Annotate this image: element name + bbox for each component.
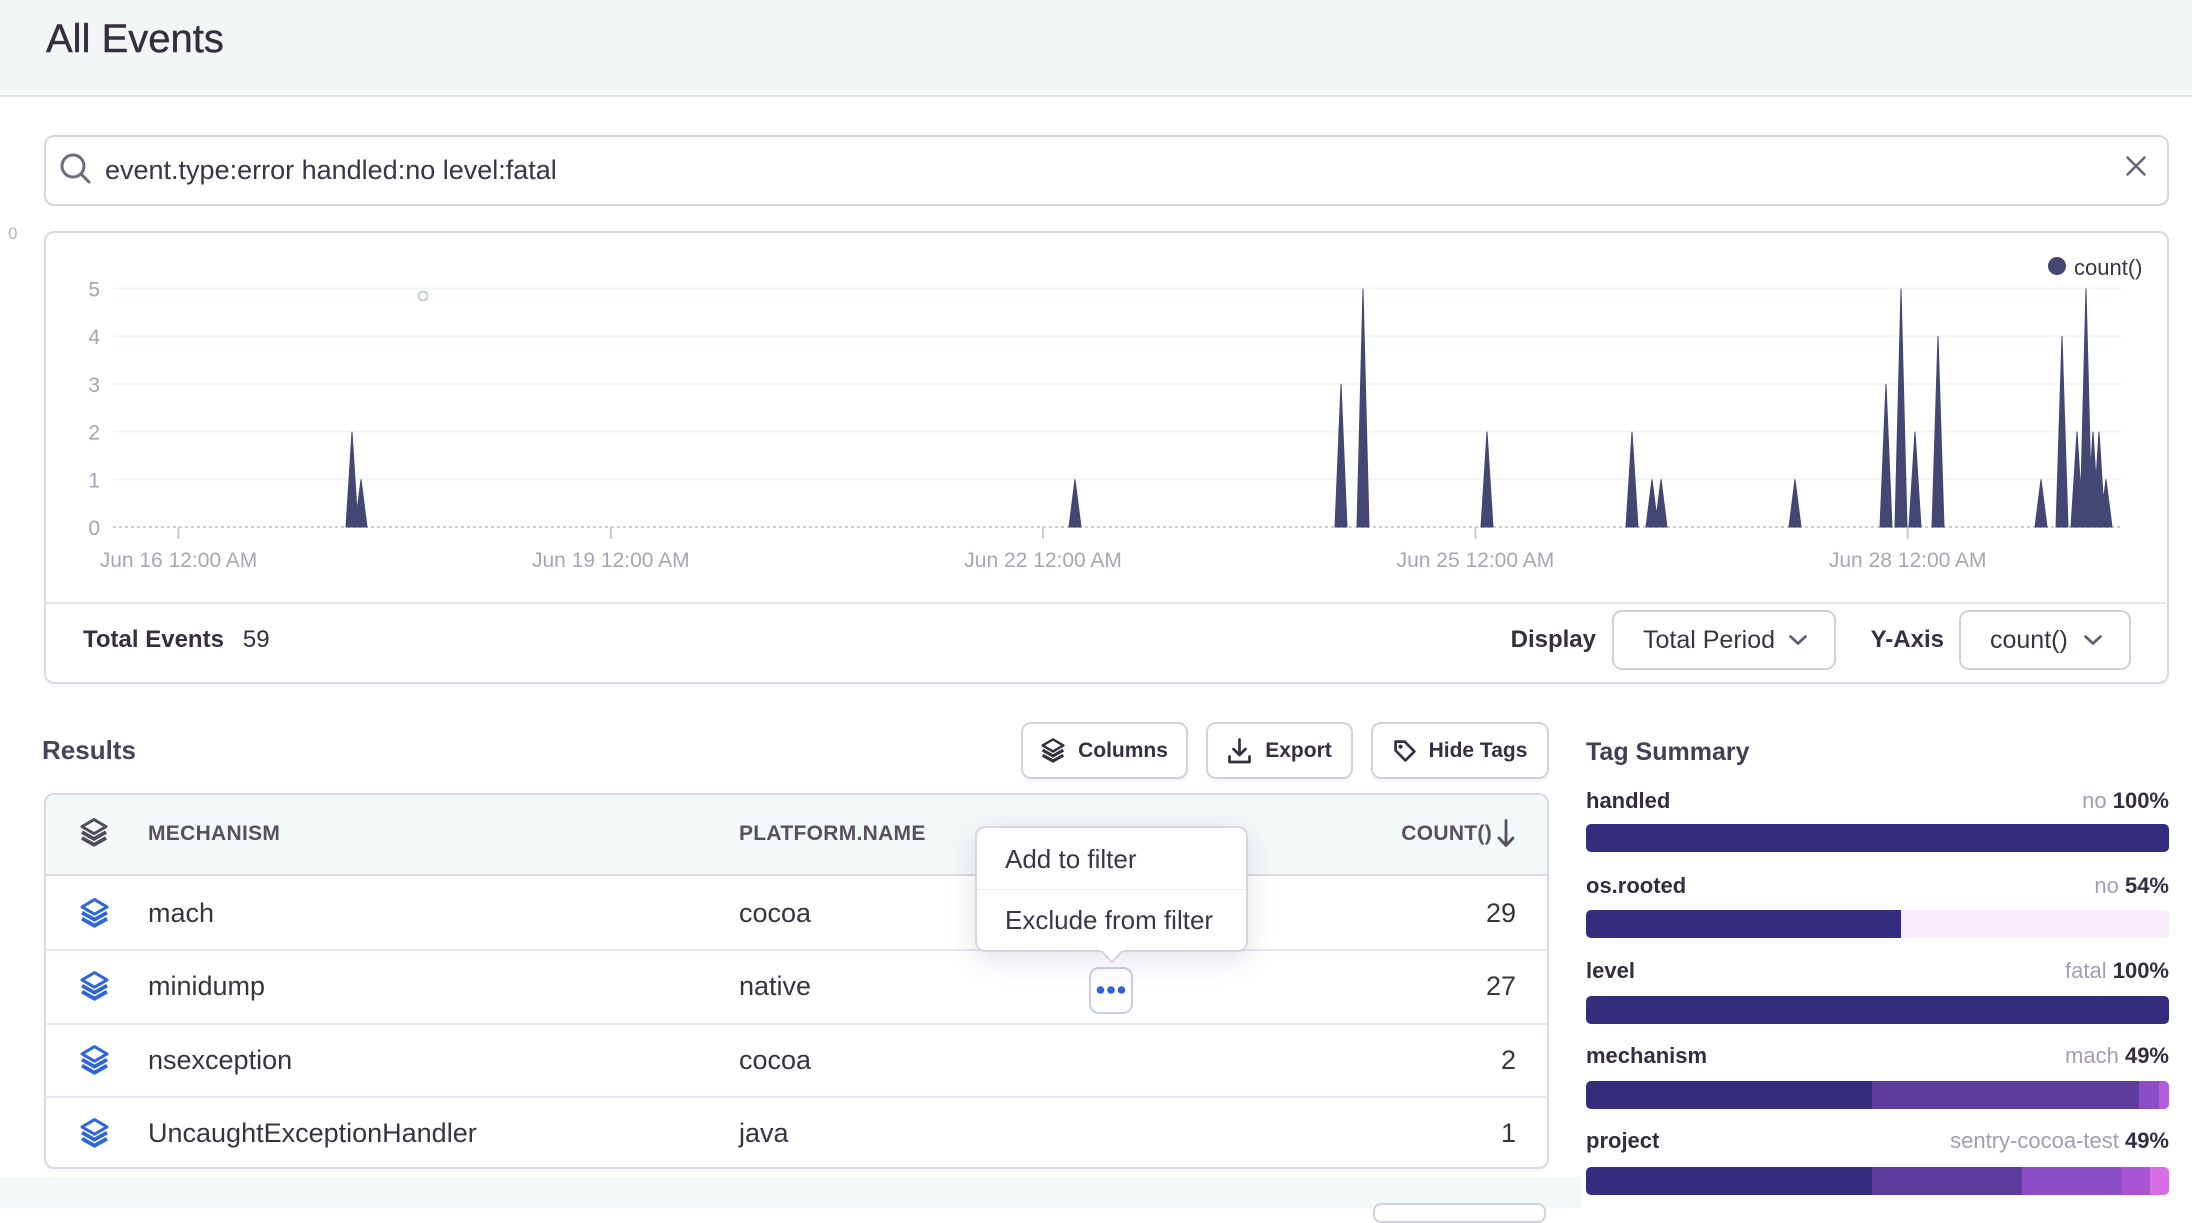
svg-text:Jun 28 12:00 AM: Jun 28 12:00 AM: [1829, 549, 1987, 572]
svg-text:Jun 22 12:00 AM: Jun 22 12:00 AM: [964, 549, 1122, 572]
svg-text:0: 0: [88, 517, 100, 540]
svg-text:5: 5: [88, 279, 100, 302]
svg-text:4: 4: [88, 326, 100, 349]
svg-text:2: 2: [88, 422, 100, 445]
svg-text:count(): count(): [2074, 255, 2142, 280]
svg-text:3: 3: [88, 374, 100, 397]
svg-text:Jun 16 12:00 AM: Jun 16 12:00 AM: [100, 549, 258, 572]
svg-text:Jun 25 12:00 AM: Jun 25 12:00 AM: [1397, 549, 1555, 572]
svg-text:1: 1: [88, 469, 100, 492]
svg-text:Jun 19 12:00 AM: Jun 19 12:00 AM: [532, 549, 690, 572]
